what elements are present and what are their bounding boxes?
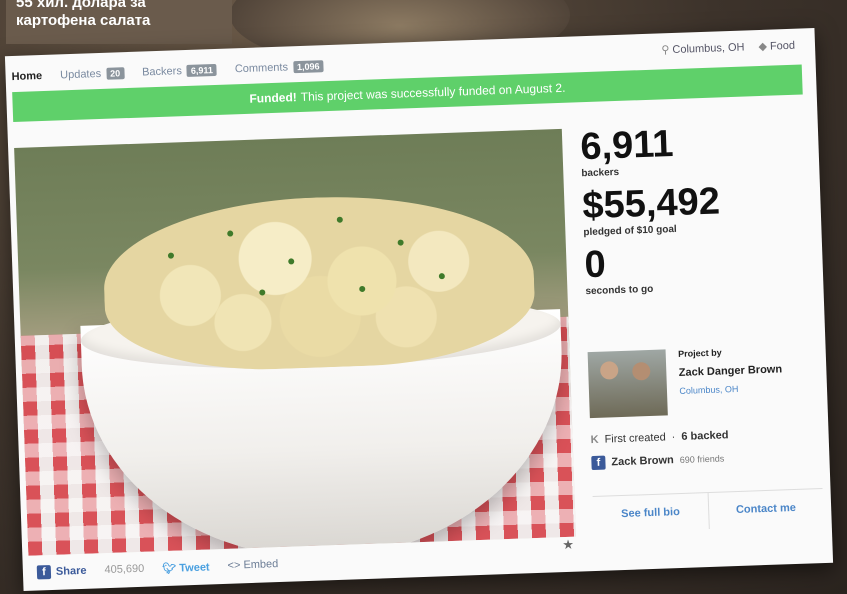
facebook-share-button[interactable]: f Share [36,564,87,580]
creator-name[interactable]: Zack Danger Brown [679,363,799,380]
kickstarter-icon: K [590,433,599,447]
tab-updates[interactable]: Updates 20 [59,67,125,82]
funded-text: This project was successfully funded on … [300,80,566,104]
map-pin-icon: ⚲ [661,44,670,57]
facebook-share-label: Share [55,564,87,578]
tab-backers[interactable]: Backers 6,911 [141,63,218,79]
project-location: ⚲ Columbus, OH ◆ Food [661,39,795,57]
creator-actions: See full bio Contact me [592,488,824,534]
tag-icon: ◆ [758,40,768,53]
tweet-button[interactable]: 🐦︎ Tweet [162,560,210,575]
funding-stats: 6,911 backers $55,492 pledged of $10 goa… [580,120,816,305]
category-link[interactable]: ◆ Food [758,39,795,53]
creator-city[interactable]: Columbus, OH [679,382,799,396]
creator-info: Project by Zack Danger Brown Columbus, O… [677,345,800,396]
facebook-row: f Zack Brown 690 friends [591,448,821,471]
location-link[interactable]: ⚲ Columbus, OH [661,40,745,56]
facebook-name[interactable]: Zack Brown [611,454,674,468]
backed-count[interactable]: 6 backed [681,429,728,443]
project-by-label: Project by [677,347,722,359]
creator-panel: Project by Zack Danger Brown Columbus, O… [587,344,822,480]
article-caption: 55 хил. долара за картофена салата [6,0,232,44]
caption-line-2: картофена салата [16,12,151,29]
project-photo[interactable] [14,128,577,556]
created-backed-row: K First created · 6 backed [590,429,729,447]
contact-me-button[interactable]: Contact me [707,489,824,530]
tweet-label: Tweet [179,560,210,575]
see-full-bio-button[interactable]: See full bio [593,493,709,533]
twitter-bird-icon: 🐦︎ [162,562,177,575]
location-city: Columbus, OH [672,41,745,56]
facebook-icon: f [591,455,606,471]
tab-comments-label: Comments [234,61,289,76]
creator-avatar[interactable] [587,349,668,419]
backers-count: 6,911 [579,123,675,169]
time-remaining: 0 [583,243,607,287]
share-bar: f Share 405,690 🐦︎ Tweet <> Embed [36,557,279,580]
tab-home[interactable]: Home [11,70,42,83]
category-label: Food [769,39,796,53]
star-icon[interactable]: ★ [562,537,574,553]
first-created-label: First created [604,431,666,446]
tab-comments[interactable]: Comments 1,096 [235,60,324,75]
facebook-icon: f [36,565,52,580]
embed-button[interactable]: <> Embed [227,558,278,572]
kickstarter-page: Home Updates 20 Backers 6,911 Comments 1… [4,28,834,591]
potato-salad [101,190,537,375]
creator-meta: K First created · 6 backed f Zack Brown … [590,426,821,471]
updates-count-badge: 20 [105,67,125,80]
funded-bold: Funded! [249,90,298,106]
comments-count-badge: 1,096 [292,60,324,74]
backers-count-badge: 6,911 [186,63,218,77]
pledged-amount: $55,492 [581,180,721,228]
share-count: 405,690 [104,562,145,577]
facebook-friends: 690 friends [679,453,725,465]
tab-backers-label: Backers [141,65,183,79]
caption-line-1: 55 хил. долара за [16,0,146,11]
tab-updates-label: Updates [59,67,102,82]
